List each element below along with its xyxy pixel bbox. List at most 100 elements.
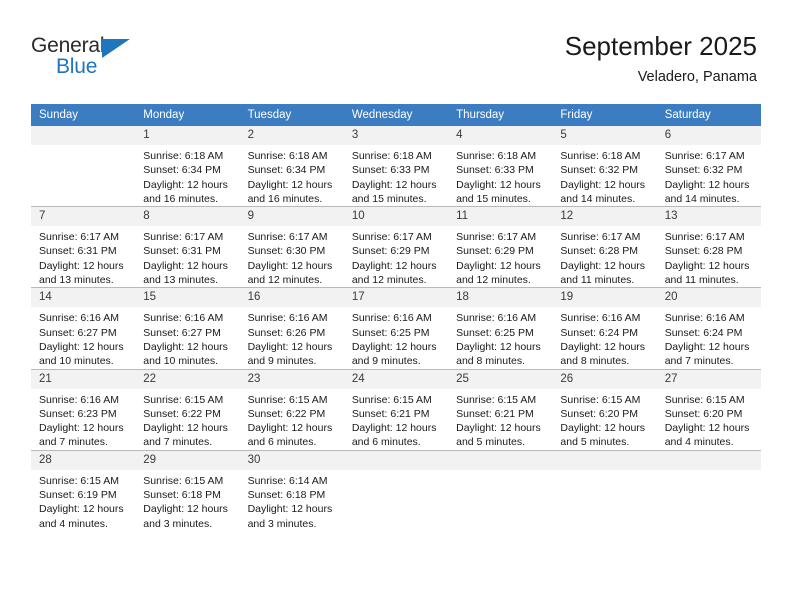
- daylight-text: Daylight: 12 hours: [247, 422, 333, 435]
- daylight-text-cont: and 4 minutes.: [664, 436, 734, 449]
- sunset-text: Sunset: 6:18 PM: [247, 489, 326, 502]
- calendar-day-cell[interactable]: 2 Sunrise: 6:18 AM Sunset: 6:34 PM Daylight…: [239, 126, 344, 207]
- sunrise-text: Sunrise: 6:17 AM: [664, 150, 745, 162]
- calendar-day-cell[interactable]: 19 Sunrise: 6:16 AM Sunset: 6:24 PM Dayligh…: [552, 287, 657, 370]
- daylight-text-cont: and 11 minutes.: [664, 274, 739, 287]
- sunrise-text: Sunrise: 6:16 AM: [39, 312, 119, 325]
- day-details: Sunrise: 6:16 AM Sunset: 6:25 PM Daylight:…: [448, 307, 552, 368]
- day-number: 22: [135, 369, 240, 389]
- calendar-day-cell[interactable]: 13 Sunrise: 6:17 AM Sunset: 6:28 PM Dayligh…: [656, 206, 761, 288]
- day-number: 4: [448, 126, 553, 145]
- sunset-text: Sunset: 6:31 PM: [39, 245, 117, 258]
- daylight-text-cont: and 14 minutes.: [664, 192, 740, 205]
- sunrise-text: Sunrise: 6:16 AM: [39, 393, 119, 406]
- calendar-day-cell[interactable]: 30 Sunrise: 6:14 AM Sunset: 6:18 PM Dayligh…: [239, 449, 344, 531]
- daylight-text-cont: and 9 minutes.: [247, 355, 317, 368]
- calendar-day-cell[interactable]: 26 Sunrise: 6:15 AM Sunset: 6:20 PM Dayligh…: [552, 368, 657, 451]
- day-details: Sunrise: 6:17 AM Sunset: 6:28 PM Daylight:…: [657, 226, 761, 287]
- calendar-day-cell[interactable]: 1 Sunrise: 6:18 AM Sunset: 6:34 PM Daylight…: [135, 126, 240, 207]
- daylight-text-cont: and 8 minutes.: [456, 355, 526, 368]
- daylight-text: Daylight: 12 hours: [560, 178, 646, 191]
- daylight-text: Daylight: 12 hours: [143, 422, 228, 435]
- sunset-text: Sunset: 6:20 PM: [560, 407, 639, 420]
- daylight-text-cont: and 7 minutes.: [664, 355, 734, 368]
- calendar-day-cell[interactable]: 7 Sunrise: 6:17 AM Sunset: 6:31 PM Daylight…: [31, 206, 136, 288]
- sunset-text: Sunset: 6:25 PM: [351, 326, 430, 339]
- calendar-day-cell[interactable]: 20 Sunrise: 6:16 AM Sunset: 6:24 PM Dayligh…: [656, 287, 761, 370]
- sunrise-text: Sunrise: 6:14 AM: [247, 474, 328, 487]
- day-details: Sunrise: 6:16 AM Sunset: 6:27 PM Daylight:…: [31, 307, 135, 368]
- day-number: 28: [31, 450, 136, 470]
- sunrise-text: Sunrise: 6:15 AM: [143, 474, 224, 487]
- daylight-text-cont: and 13 minutes.: [39, 274, 114, 287]
- calendar-day-cell[interactable]: 18 Sunrise: 6:16 AM Sunset: 6:25 PM Dayligh…: [448, 287, 553, 370]
- sunrise-text: Sunrise: 6:15 AM: [664, 393, 745, 406]
- day-details: Sunrise: 6:15 AM Sunset: 6:21 PM Daylight:…: [344, 389, 448, 450]
- calendar-day-cell[interactable]: 17 Sunrise: 6:16 AM Sunset: 6:25 PM Dayligh…: [343, 287, 449, 370]
- calendar-grid: Sunday Monday Tuesday Wednesday Thursday…: [31, 104, 761, 531]
- calendar-day-cell[interactable]: 12 Sunrise: 6:17 AM Sunset: 6:28 PM Dayligh…: [552, 206, 657, 288]
- sunrise-text: Sunrise: 6:16 AM: [456, 312, 537, 325]
- calendar-cell-empty: [656, 449, 761, 531]
- day-details: Sunrise: 6:15 AM Sunset: 6:20 PM Daylight:…: [657, 389, 761, 450]
- weekday-header-sunday: Sunday: [31, 104, 136, 126]
- daylight-text: Daylight: 12 hours: [247, 340, 333, 353]
- daylight-text-cont: and 10 minutes.: [39, 355, 114, 368]
- calendar-day-cell[interactable]: 6 Sunrise: 6:17 AM Sunset: 6:32 PM Daylight…: [656, 126, 761, 207]
- calendar-day-cell[interactable]: 25 Sunrise: 6:15 AM Sunset: 6:21 PM Dayligh…: [448, 368, 553, 451]
- sunrise-text: Sunrise: 6:15 AM: [456, 393, 537, 406]
- calendar-day-cell[interactable]: 24 Sunrise: 6:15 AM Sunset: 6:21 PM Dayligh…: [343, 368, 449, 451]
- day-details: Sunrise: 6:17 AM Sunset: 6:31 PM Daylight:…: [135, 226, 239, 287]
- sunset-text: Sunset: 6:27 PM: [39, 326, 117, 339]
- sunset-text: Sunset: 6:34 PM: [247, 164, 326, 177]
- calendar-day-cell[interactable]: 16 Sunrise: 6:16 AM Sunset: 6:26 PM Dayligh…: [239, 287, 344, 370]
- weekday-header-saturday: Saturday: [656, 104, 761, 126]
- calendar-day-cell[interactable]: 8 Sunrise: 6:17 AM Sunset: 6:31 PM Daylight…: [135, 206, 240, 288]
- sunset-text: Sunset: 6:21 PM: [351, 407, 430, 420]
- daylight-text-cont: and 14 minutes.: [560, 192, 636, 205]
- weekday-header-wednesday: Wednesday: [343, 104, 449, 126]
- calendar-cell-empty: [552, 449, 657, 531]
- day-details: Sunrise: 6:16 AM Sunset: 6:26 PM Daylight:…: [240, 307, 344, 368]
- daylight-text-cont: and 3 minutes.: [143, 517, 213, 530]
- calendar-day-cell[interactable]: 4 Sunrise: 6:18 AM Sunset: 6:33 PM Daylight…: [448, 126, 553, 207]
- day-details: Sunrise: 6:18 AM Sunset: 6:34 PM Daylight:…: [240, 145, 344, 206]
- calendar-week-row: 7 Sunrise: 6:17 AM Sunset: 6:31 PM Daylight…: [31, 206, 761, 288]
- daylight-text-cont: and 4 minutes.: [39, 517, 108, 530]
- day-details: Sunrise: 6:16 AM Sunset: 6:23 PM Daylight:…: [31, 389, 135, 450]
- calendar-day-cell[interactable]: 3 Sunrise: 6:18 AM Sunset: 6:33 PM Daylight…: [343, 126, 449, 207]
- calendar-day-cell[interactable]: 5 Sunrise: 6:18 AM Sunset: 6:32 PM Daylight…: [552, 126, 657, 207]
- daylight-text-cont: and 12 minutes.: [351, 274, 427, 287]
- sunset-text: Sunset: 6:25 PM: [456, 326, 534, 339]
- calendar-day-cell[interactable]: 27 Sunrise: 6:15 AM Sunset: 6:20 PM Dayligh…: [656, 368, 761, 451]
- calendar-page: General Blue September 2025 Veladero, Pa…: [0, 0, 792, 612]
- calendar-day-cell[interactable]: 9 Sunrise: 6:17 AM Sunset: 6:30 PM Daylight…: [239, 206, 344, 288]
- calendar-day-cell[interactable]: 15 Sunrise: 6:16 AM Sunset: 6:27 PM Dayligh…: [135, 287, 240, 370]
- calendar-cell-empty: [448, 449, 553, 531]
- daylight-text: Daylight: 12 hours: [456, 259, 541, 272]
- calendar-day-cell[interactable]: 23 Sunrise: 6:15 AM Sunset: 6:22 PM Dayligh…: [239, 368, 344, 451]
- day-details: Sunrise: 6:18 AM Sunset: 6:33 PM Daylight:…: [344, 145, 448, 206]
- sunrise-text: Sunrise: 6:17 AM: [247, 231, 328, 244]
- sunrise-text: Sunrise: 6:15 AM: [247, 393, 328, 406]
- daylight-text-cont: and 10 minutes.: [143, 355, 218, 368]
- calendar-day-cell[interactable]: 11 Sunrise: 6:17 AM Sunset: 6:29 PM Dayligh…: [448, 206, 553, 288]
- weekday-header-friday: Friday: [552, 104, 657, 126]
- calendar-day-cell[interactable]: 22 Sunrise: 6:15 AM Sunset: 6:22 PM Dayligh…: [135, 368, 240, 451]
- day-number: 9: [239, 207, 344, 227]
- day-number: 24: [343, 369, 449, 389]
- general-blue-logo[interactable]: General Blue: [31, 34, 161, 82]
- daylight-text: Daylight: 12 hours: [39, 503, 124, 516]
- day-details: Sunrise: 6:15 AM Sunset: 6:19 PM Daylight:…: [31, 470, 135, 531]
- calendar-day-cell[interactable]: 21 Sunrise: 6:16 AM Sunset: 6:23 PM Dayligh…: [31, 368, 136, 451]
- day-number: [656, 450, 761, 470]
- sunset-text: Sunset: 6:20 PM: [664, 407, 743, 420]
- daylight-text: Daylight: 12 hours: [456, 422, 541, 435]
- calendar-day-cell[interactable]: 29 Sunrise: 6:15 AM Sunset: 6:18 PM Dayligh…: [135, 449, 240, 531]
- calendar-day-cell[interactable]: 14 Sunrise: 6:16 AM Sunset: 6:27 PM Dayligh…: [31, 287, 136, 370]
- calendar-day-cell[interactable]: 10 Sunrise: 6:17 AM Sunset: 6:29 PM Dayligh…: [343, 206, 449, 288]
- calendar-day-cell[interactable]: 28 Sunrise: 6:15 AM Sunset: 6:19 PM Dayligh…: [31, 449, 136, 531]
- daylight-text: Daylight: 12 hours: [351, 422, 437, 435]
- sunset-text: Sunset: 6:34 PM: [143, 164, 221, 177]
- sunrise-text: Sunrise: 6:17 AM: [560, 231, 641, 244]
